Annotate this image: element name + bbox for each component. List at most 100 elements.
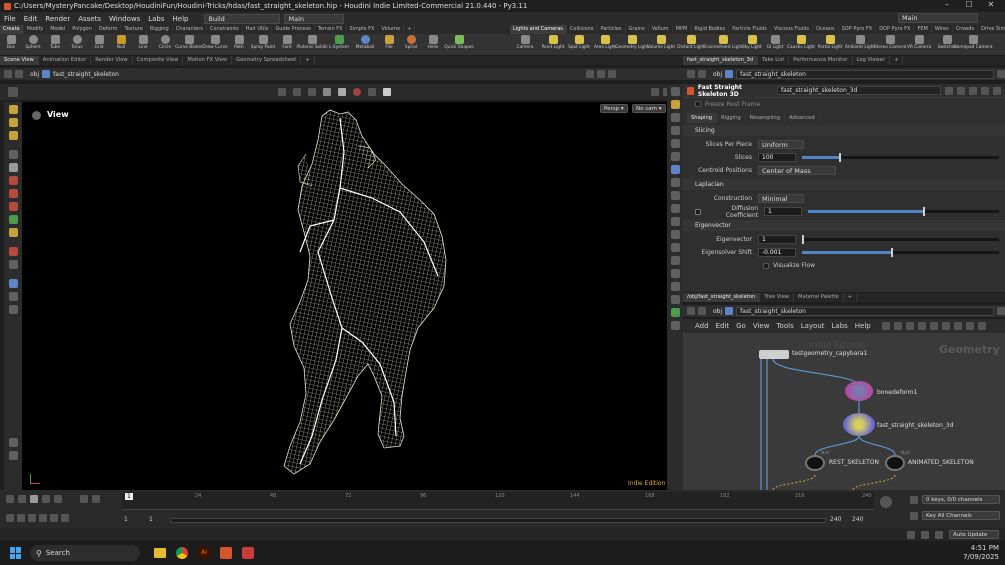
net-path-root[interactable]: obj bbox=[713, 308, 722, 315]
wire-shade-icon[interactable] bbox=[670, 165, 680, 174]
net-menu-layout[interactable]: Layout bbox=[801, 322, 825, 330]
tool-portal-light[interactable]: Portal Light bbox=[816, 34, 844, 55]
grid-toggle-icon[interactable] bbox=[670, 191, 680, 200]
tab-render-view[interactable]: Render View bbox=[91, 56, 133, 65]
tool-volume-light[interactable]: Volume Light bbox=[646, 34, 676, 55]
select-mode-icon[interactable] bbox=[278, 88, 286, 96]
transform-tool-icon[interactable] bbox=[8, 118, 18, 127]
menu-edit[interactable]: Edit bbox=[20, 15, 42, 23]
shelf-tab-drive-simulation[interactable]: Drive Simulation bbox=[978, 25, 1005, 34]
shelf-tab-guide-process[interactable]: Guide Process bbox=[272, 25, 315, 34]
tool-font[interactable]: Font bbox=[276, 34, 298, 55]
net-menu-edit[interactable]: Edit bbox=[716, 322, 730, 330]
main-desktop-select[interactable]: Main bbox=[284, 13, 345, 24]
shelf-tab-model[interactable]: Model bbox=[47, 25, 70, 34]
shelf-tab-volume[interactable]: Volume bbox=[378, 25, 405, 34]
tab-geometry-spreadsheet[interactable]: Geometry Spreadsheet bbox=[232, 56, 302, 65]
tool-torus[interactable]: Torus bbox=[66, 34, 88, 55]
shelf-tab-constraints[interactable]: Constraints bbox=[207, 25, 243, 34]
realtime-icon[interactable] bbox=[880, 496, 892, 508]
tool-spiral[interactable]: Spiral bbox=[400, 34, 422, 55]
centroid-select[interactable]: Center of Mass bbox=[758, 166, 836, 175]
freeze-checkbox[interactable] bbox=[695, 101, 701, 107]
tool-sky-light[interactable]: Sky Light bbox=[740, 34, 764, 55]
search-icon[interactable] bbox=[969, 86, 977, 95]
net-menu-help[interactable]: Help bbox=[855, 322, 871, 330]
menu-render[interactable]: Render bbox=[41, 15, 74, 23]
shelf-tab-modify[interactable]: Modify bbox=[24, 25, 48, 34]
gear-icon[interactable] bbox=[945, 86, 953, 95]
visualize-flow-checkbox[interactable] bbox=[763, 262, 769, 269]
shading-icon[interactable] bbox=[338, 88, 346, 96]
net-tool-icon-5[interactable] bbox=[929, 322, 938, 330]
node-bonedeform[interactable] bbox=[845, 381, 873, 401]
net-forward-icon[interactable] bbox=[698, 307, 706, 315]
param-pin-icon[interactable] bbox=[997, 70, 1005, 78]
diffusion-knob[interactable] bbox=[922, 207, 925, 216]
windows-start-icon[interactable] bbox=[10, 547, 22, 559]
key-all-channels-select[interactable]: Key All Channels bbox=[922, 511, 1000, 520]
tab-material-palette[interactable]: Material Palette bbox=[794, 293, 844, 302]
menu-file[interactable]: File bbox=[0, 15, 20, 23]
tab-tree-view[interactable]: Tree View bbox=[760, 293, 795, 302]
tab-performance-monitor[interactable]: Performance Monitor bbox=[789, 56, 853, 65]
illustrator-icon[interactable]: Ai bbox=[198, 547, 210, 559]
param-path-node[interactable]: fast_straight_skeleton bbox=[736, 69, 994, 79]
tab-scene-view[interactable]: Scene View bbox=[0, 56, 39, 65]
uv-icon[interactable] bbox=[670, 217, 680, 226]
tool-curve-bezier[interactable]: Curve Bezier bbox=[175, 34, 203, 55]
eigensolver-field[interactable]: -0.001 bbox=[758, 248, 796, 257]
scale-tool-icon[interactable] bbox=[8, 215, 18, 224]
channel-list-icon[interactable] bbox=[910, 512, 918, 520]
network-editor[interactable]: Indie Edition Geometry testgeometry_capy… bbox=[683, 333, 1005, 490]
tool-spray-paint[interactable]: Spray Paint bbox=[250, 34, 276, 55]
file-explorer-icon[interactable] bbox=[154, 548, 166, 558]
play-backward-icon[interactable] bbox=[18, 495, 26, 503]
tab-parameters[interactable]: fast_straight_skeleton_3d bbox=[683, 56, 759, 65]
tool-spot-light[interactable]: Spot Light bbox=[566, 34, 592, 55]
tab-animation-editor[interactable]: Animation Editor bbox=[39, 56, 92, 65]
tool-null[interactable]: Null bbox=[110, 34, 132, 55]
camera-tool-icon[interactable] bbox=[8, 292, 18, 301]
tool-vr-camera[interactable]: VR Camera bbox=[904, 34, 934, 55]
menu-assets[interactable]: Assets bbox=[74, 15, 105, 23]
shelf-tab-rigid-bodies[interactable]: Rigid Bodies bbox=[691, 25, 730, 34]
tool-sphere[interactable]: Sphere bbox=[22, 34, 44, 55]
param-path-root[interactable]: obj bbox=[713, 71, 722, 78]
select-tool-icon[interactable] bbox=[8, 105, 18, 114]
tool-line[interactable]: Line bbox=[132, 34, 154, 55]
node-rest-skeleton[interactable] bbox=[805, 455, 825, 471]
tool-tube[interactable]: Tube bbox=[44, 34, 66, 55]
taskbar-clock[interactable]: 4:51 PM 7/09/2025 bbox=[963, 544, 999, 562]
tool-geometry-light[interactable]: Geometry Light bbox=[615, 34, 649, 55]
component-mode-icon[interactable] bbox=[293, 88, 301, 96]
close-button[interactable]: ✕ bbox=[980, 0, 1002, 12]
play-forward-icon[interactable] bbox=[42, 495, 50, 503]
param-back-icon[interactable] bbox=[687, 70, 695, 78]
tool-circle[interactable]: Circle bbox=[154, 34, 176, 55]
shelf-tab-oceans[interactable]: Oceans bbox=[813, 25, 839, 34]
tool-environment-light[interactable]: Environment Light bbox=[703, 34, 743, 55]
frame-step-icon[interactable] bbox=[50, 514, 58, 522]
build-desktop-select[interactable]: Build bbox=[204, 13, 281, 24]
status-icon-3[interactable] bbox=[935, 530, 943, 539]
isolate-icon[interactable] bbox=[670, 204, 680, 213]
tab-take-list[interactable]: Take List bbox=[758, 56, 790, 65]
tab-resampling[interactable]: Resampling bbox=[746, 113, 785, 123]
tab-composite-view[interactable]: Composite View bbox=[133, 56, 184, 65]
handle-tool-icon[interactable] bbox=[8, 176, 18, 185]
net-pin-icon[interactable] bbox=[997, 307, 1005, 315]
points-icon[interactable] bbox=[670, 126, 680, 135]
net-tool-icon-7[interactable] bbox=[953, 322, 962, 330]
shelf-tab-particle-fluids[interactable]: Particle Fluids bbox=[729, 25, 771, 34]
shelf-tab-create[interactable]: Create bbox=[0, 25, 24, 34]
node-fast-straight-skeleton[interactable] bbox=[843, 413, 875, 436]
snapshot-icon[interactable] bbox=[670, 256, 680, 265]
node-animated-skeleton[interactable] bbox=[885, 455, 905, 471]
snap-icon[interactable] bbox=[308, 88, 316, 96]
tab-rigging-params[interactable]: Rigging bbox=[717, 113, 746, 123]
diffusion-field[interactable]: 1 bbox=[764, 207, 802, 216]
lights-icon[interactable] bbox=[670, 100, 680, 109]
slices-knob[interactable] bbox=[839, 153, 842, 162]
tool-metaball[interactable]: Metaball bbox=[352, 34, 378, 55]
